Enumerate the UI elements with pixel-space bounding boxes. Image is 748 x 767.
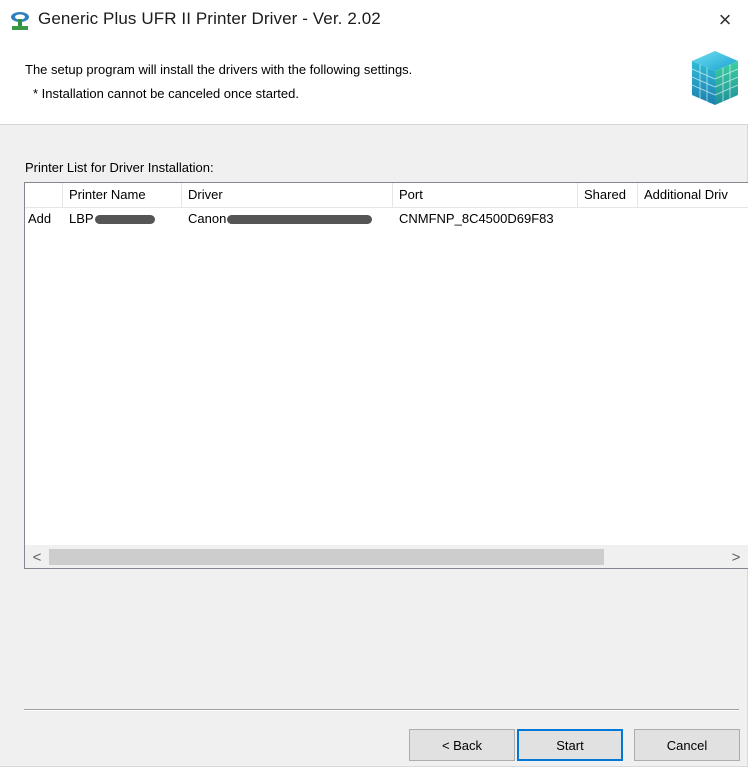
redaction-mark: [227, 215, 373, 225]
installer-window: Generic Plus UFR II Printer Driver - Ver…: [0, 0, 748, 767]
window-title: Generic Plus UFR II Printer Driver - Ver…: [38, 9, 381, 28]
header-warning: * Installation cannot be canceled once s…: [33, 86, 299, 101]
column-driver[interactable]: Driver: [182, 183, 393, 207]
scroll-thumb[interactable]: [49, 549, 604, 565]
scroll-right-icon[interactable]: >: [724, 546, 748, 568]
scroll-left-icon[interactable]: <: [25, 546, 49, 568]
printer-list[interactable]: Printer Name Driver Port Shared Addition…: [24, 182, 748, 569]
row-port: CNMFNP_8C4500D69F83: [399, 211, 554, 226]
list-header: Printer Name Driver Port Shared Addition…: [25, 183, 748, 208]
close-icon[interactable]: ×: [702, 0, 748, 40]
column-additional-drivers[interactable]: Additional Driv: [638, 183, 748, 207]
header-description: The setup program will install the drive…: [25, 62, 413, 77]
redaction-mark: [94, 215, 155, 225]
row-printer-name: LBP: [69, 211, 94, 226]
start-button[interactable]: Start: [517, 729, 623, 761]
cancel-button[interactable]: Cancel: [634, 729, 740, 761]
row-driver: Canon: [188, 211, 227, 226]
column-printer-name[interactable]: Printer Name: [63, 183, 182, 207]
printer-list-label: Printer List for Driver Installation:: [25, 160, 214, 175]
column-shared[interactable]: Shared: [578, 183, 638, 207]
row-printer-name-cell: LBP: [63, 208, 182, 230]
row-driver-cell: Canon: [182, 208, 393, 230]
column-port[interactable]: Port: [393, 183, 578, 207]
column-action[interactable]: [25, 183, 63, 207]
printer-setup-icon: [11, 12, 29, 30]
horizontal-scrollbar[interactable]: < >: [25, 545, 748, 568]
cube-logo-icon: [691, 51, 739, 105]
back-button[interactable]: < Back: [409, 729, 515, 761]
row-action: Add: [28, 211, 52, 226]
title-bar: Generic Plus UFR II Printer Driver - Ver…: [0, 0, 748, 40]
header-banner: The setup program will install the drive…: [0, 40, 748, 125]
footer-separator: [24, 709, 739, 711]
table-row[interactable]: Add LBP Canon CNMFNP_8C4500D69F83: [25, 208, 748, 230]
